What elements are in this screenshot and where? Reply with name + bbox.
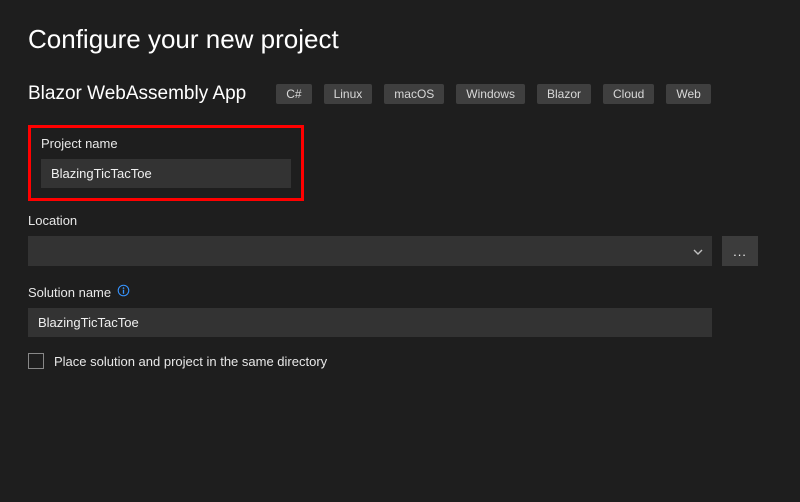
- template-name: Blazor WebAssembly App: [28, 83, 246, 105]
- page-title: Configure your new project: [0, 0, 800, 73]
- location-select[interactable]: [28, 236, 712, 266]
- tag-cloud: Cloud: [603, 84, 654, 104]
- project-name-input[interactable]: [41, 159, 291, 188]
- same-directory-checkbox[interactable]: [28, 353, 44, 369]
- tag-blazor: Blazor: [537, 84, 591, 104]
- solution-name-label-row: Solution name: [28, 284, 772, 300]
- tag-windows: Windows: [456, 84, 525, 104]
- tag-web: Web: [666, 84, 710, 104]
- info-icon[interactable]: [117, 284, 130, 300]
- project-name-label: Project name: [41, 136, 291, 151]
- tag-macos: macOS: [384, 84, 444, 104]
- same-directory-label: Place solution and project in the same d…: [54, 354, 327, 369]
- tag-csharp: C#: [276, 84, 311, 104]
- solution-name-input[interactable]: [28, 308, 712, 337]
- solution-name-label: Solution name: [28, 285, 111, 300]
- browse-location-button[interactable]: ...: [722, 236, 758, 266]
- tag-linux: Linux: [324, 84, 373, 104]
- project-name-highlight: Project name: [28, 125, 304, 201]
- same-directory-row: Place solution and project in the same d…: [28, 353, 772, 369]
- form-area: Project name Location ... Solution name: [0, 125, 800, 369]
- chevron-down-icon: [693, 242, 703, 260]
- template-header-row: Blazor WebAssembly App C# Linux macOS Wi…: [0, 73, 800, 125]
- location-label: Location: [28, 213, 772, 228]
